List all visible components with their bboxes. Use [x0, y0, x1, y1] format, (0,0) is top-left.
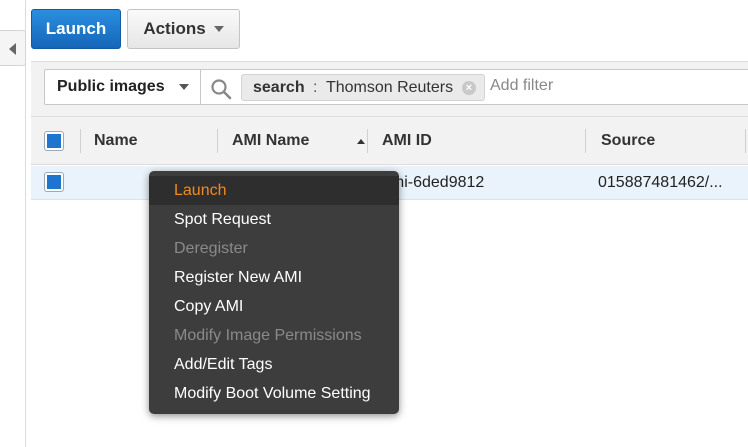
column-divider[interactable] [217, 129, 218, 153]
context-menu: Launch Spot Request Deregister Register … [149, 171, 399, 414]
token-key: search [253, 78, 305, 96]
column-header-ami-name[interactable]: AMI Name [232, 117, 367, 165]
menu-item-spot-request[interactable]: Spot Request [149, 205, 399, 234]
chevron-down-icon [178, 84, 189, 90]
column-divider[interactable] [585, 129, 586, 153]
search-icon [211, 79, 232, 100]
menu-item-deregister: Deregister [149, 234, 399, 263]
column-header-label: AMI ID [382, 132, 432, 149]
table-header: Name AMI Name AMI ID Source [31, 117, 748, 165]
column-header-label: Name [94, 132, 138, 149]
left-nav-rail [0, 0, 26, 447]
column-header-name[interactable]: Name [94, 117, 138, 165]
token-value: Thomson Reuters [325, 78, 454, 96]
menu-item-add-edit-tags[interactable]: Add/Edit Tags [149, 350, 399, 379]
column-header-label: Source [601, 132, 656, 149]
menu-item-label: Launch [174, 181, 227, 199]
menu-item-label: Spot Request [174, 210, 271, 228]
add-filter-input[interactable] [490, 77, 690, 95]
actions-dropdown-button[interactable]: Actions [127, 9, 240, 49]
menu-item-modify-boot-volume-setting[interactable]: Modify Boot Volume Setting [149, 379, 399, 408]
menu-item-launch[interactable]: Launch [149, 176, 399, 205]
menu-item-label: Deregister [174, 239, 248, 257]
row-checkbox[interactable] [45, 173, 63, 191]
chevron-down-icon [213, 26, 224, 32]
close-circle-icon[interactable]: × [462, 81, 476, 95]
menu-item-label: Modify Image Permissions [174, 326, 362, 344]
image-scope-label: Public images [57, 78, 165, 95]
column-divider[interactable] [80, 129, 81, 153]
column-divider[interactable] [367, 129, 368, 153]
cell-source: 015887481462/... [598, 174, 723, 191]
launch-button[interactable]: Launch [31, 9, 121, 49]
column-header-ami-id[interactable]: AMI ID [382, 117, 432, 165]
menu-item-modify-image-permissions: Modify Image Permissions [149, 321, 399, 350]
column-header-label: AMI Name [232, 132, 310, 149]
sort-ascending-icon[interactable] [357, 138, 365, 144]
select-all-checkbox[interactable] [45, 132, 63, 150]
launch-button-label: Launch [45, 19, 107, 38]
menu-item-label: Register New AMI [174, 268, 303, 286]
column-divider[interactable] [745, 129, 746, 153]
menu-item-register-new-ami[interactable]: Register New AMI [149, 263, 399, 292]
actions-button-label: Actions [143, 19, 206, 38]
collapse-nav-button[interactable] [0, 30, 26, 66]
menu-item-label: Add/Edit Tags [174, 355, 273, 373]
search-filter-box[interactable]: search : Thomson Reuters × [200, 69, 748, 105]
chevron-left-icon [9, 43, 16, 55]
image-scope-dropdown[interactable]: Public images [44, 69, 201, 105]
menu-item-label: Copy AMI [174, 297, 244, 315]
menu-item-label: Modify Boot Volume Setting [174, 384, 371, 402]
column-header-source[interactable]: Source [601, 117, 655, 165]
search-filter-token[interactable]: search : Thomson Reuters × [241, 74, 485, 101]
token-separator: : [308, 78, 322, 96]
menu-item-copy-ami[interactable]: Copy AMI [149, 292, 399, 321]
